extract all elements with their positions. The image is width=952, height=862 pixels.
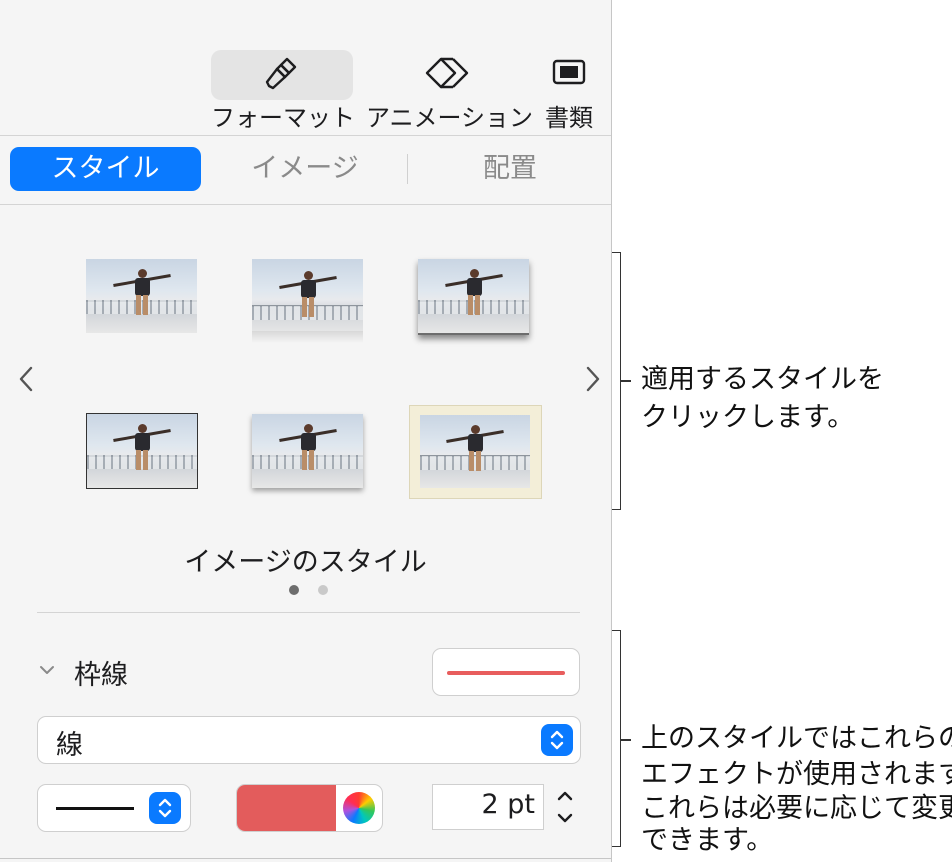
animation-label: アニメーション (366, 104, 534, 132)
effects-callout-line-4: できます。 (641, 825, 774, 856)
tab-arrange[interactable]: 配置 (415, 147, 605, 191)
color-wheel-icon[interactable] (343, 792, 375, 824)
image-style-4[interactable] (86, 413, 198, 489)
border-section-label[interactable]: 枠線 (74, 653, 128, 692)
inspector-bottom-edge (0, 858, 612, 859)
effects-callout-line-2: エフェクトが使用されます。 (641, 759, 952, 790)
popup-arrows-icon (541, 724, 573, 756)
border-style-swatch[interactable] (432, 648, 580, 696)
effects-callout-tick (621, 739, 631, 741)
border-width-field[interactable]: 2 pt (432, 784, 544, 830)
styles-callout-line-2: クリックします。 (641, 402, 855, 433)
border-color-fill (237, 785, 336, 831)
tab-style[interactable]: スタイル (10, 147, 201, 191)
line-type-popup[interactable]: 線 (37, 716, 581, 764)
image-style-3[interactable] (418, 259, 529, 335)
chevron-right-icon[interactable] (585, 365, 601, 401)
page-dot-1[interactable] (289, 585, 299, 595)
styles-callout-line-1: 適用するスタイルを (641, 364, 884, 395)
chevron-left-icon[interactable] (18, 365, 34, 401)
image-style-1[interactable] (86, 259, 197, 333)
border-width-stepper[interactable] (551, 784, 579, 830)
chevron-down-icon[interactable] (38, 660, 56, 681)
tabs-divider (0, 204, 611, 205)
line-style-popup[interactable] (37, 784, 191, 832)
popup-arrows-icon (149, 792, 181, 824)
tab-image[interactable]: イメージ (210, 147, 400, 191)
diamond-icon (424, 56, 470, 94)
paintbrush-icon (265, 56, 299, 96)
border-width-value: 2 pt (481, 789, 536, 820)
effects-callout-line-1: 上のスタイルではこれらの (641, 723, 952, 754)
styles-callout-tick (621, 380, 631, 382)
styles-bracket (612, 252, 621, 510)
effects-bracket (612, 630, 621, 847)
image-style-6[interactable] (409, 405, 542, 499)
document-label: 書類 (545, 104, 593, 132)
tab-divider (407, 154, 408, 184)
styles-title: イメージのスタイル (184, 547, 427, 578)
format-label: フォーマット (211, 104, 355, 132)
image-style-5[interactable] (252, 414, 363, 488)
line-type-value: 線 (56, 730, 83, 761)
document-icon (552, 56, 586, 90)
reflection (252, 331, 363, 343)
toolbar-divider (0, 135, 611, 136)
section-divider (37, 612, 580, 613)
border-preview-line (447, 671, 565, 675)
image-style-2[interactable] (252, 259, 363, 343)
border-color-well[interactable] (236, 784, 383, 832)
page-dot-2[interactable] (318, 585, 328, 595)
solid-line-sample (56, 807, 134, 810)
